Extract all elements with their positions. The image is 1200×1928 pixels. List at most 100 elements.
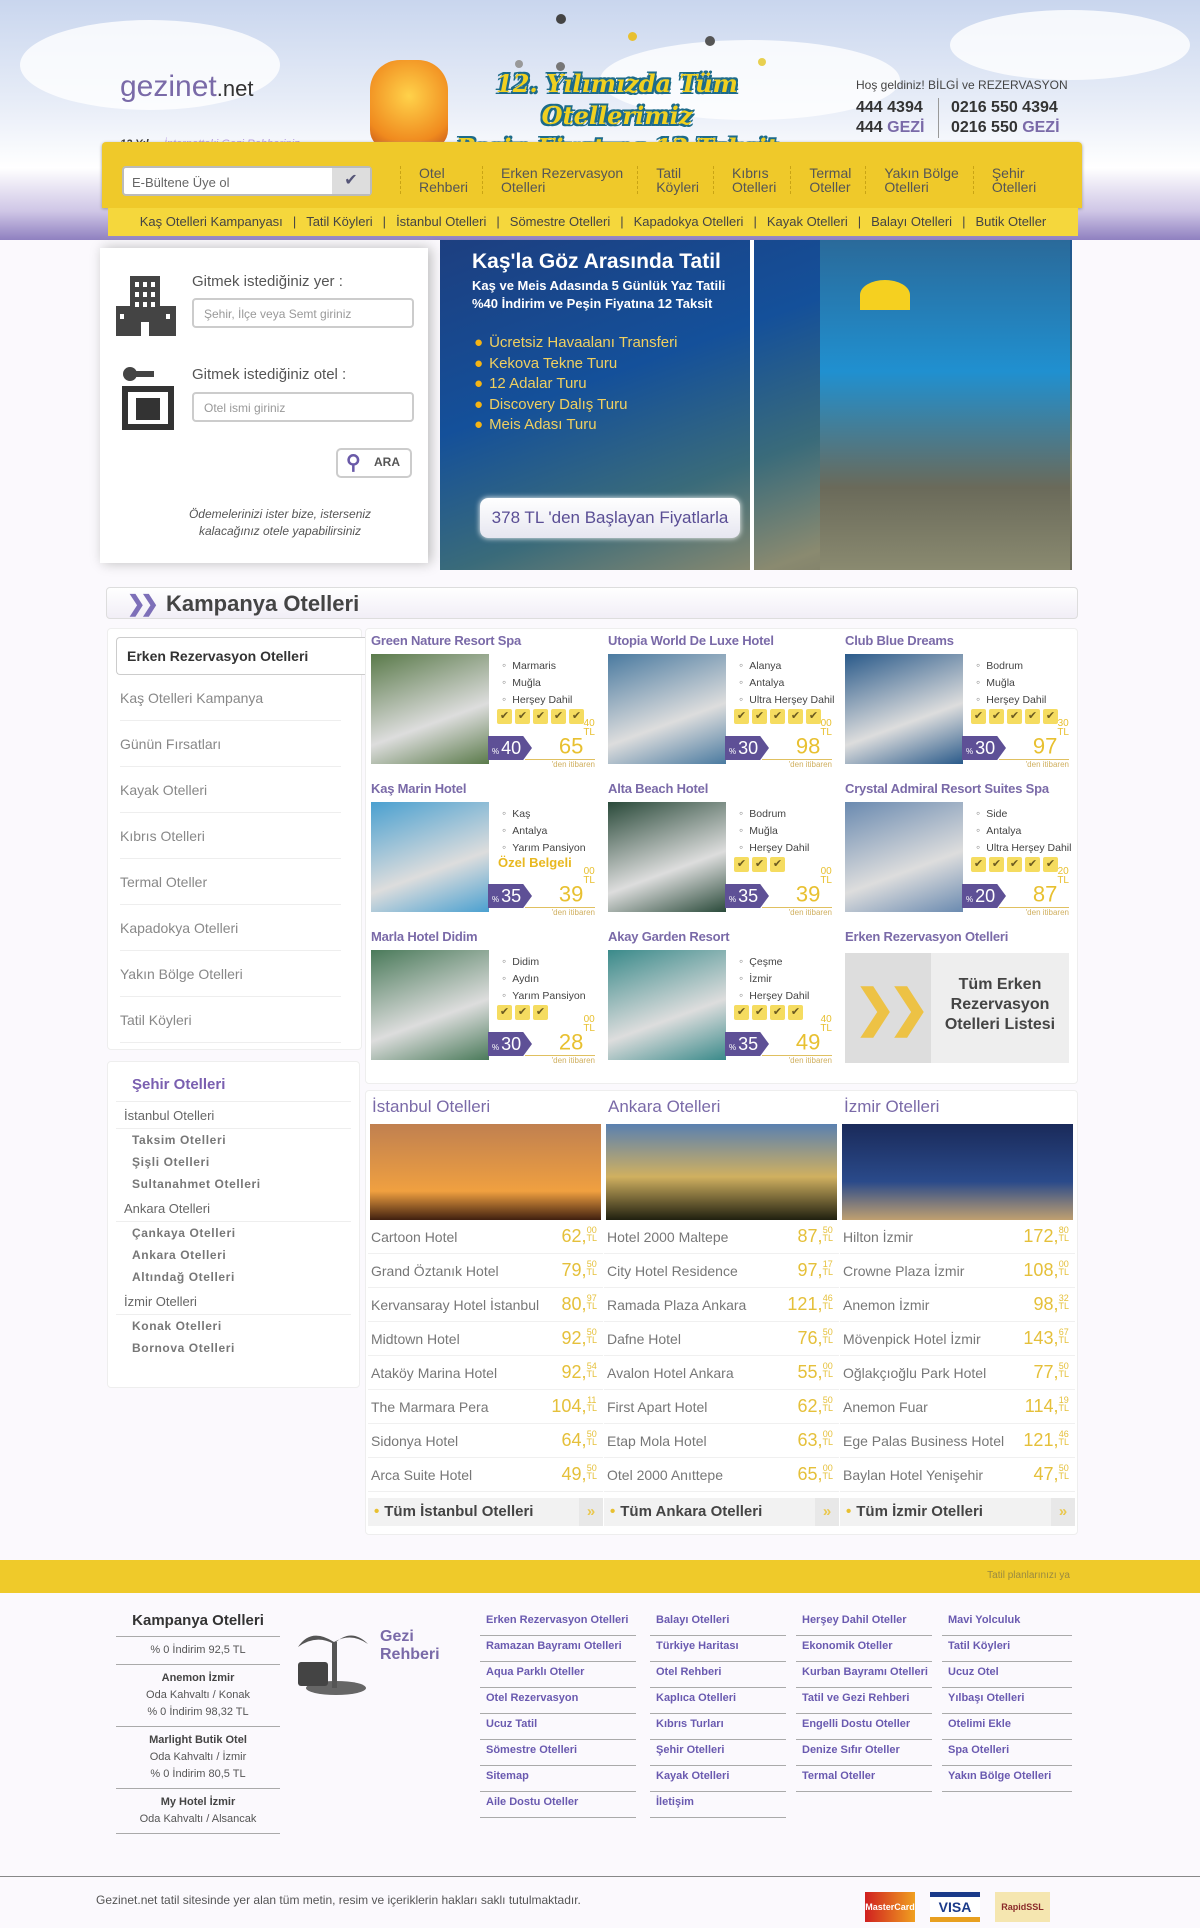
hotel-image[interactable] bbox=[608, 950, 726, 1060]
nav-item[interactable]: Şehir Otelleri bbox=[972, 166, 1050, 194]
hotel-name[interactable]: Kaş Marin Hotel bbox=[371, 781, 466, 796]
footer-link[interactable]: Ekonomik Oteller bbox=[796, 1636, 932, 1662]
hotel-name[interactable]: Green Nature Resort Spa bbox=[371, 633, 521, 648]
nav-item[interactable]: Yakın Bölge Otelleri bbox=[865, 166, 972, 194]
hotel-name[interactable]: Otel 2000 Anıttepe bbox=[607, 1467, 723, 1483]
footer-link[interactable]: Mavi Yolculuk bbox=[942, 1610, 1072, 1636]
city-group-link[interactable]: İstanbul Otelleri bbox=[116, 1102, 351, 1129]
footer-campaign-entry[interactable]: Marlight Butik Otel Oda Kahvaltı / İzmir%… bbox=[116, 1727, 280, 1789]
all-early-card[interactable]: Erken Rezervasyon Otelleri ❯❯ Tüm Erken Re… bbox=[840, 925, 1077, 1073]
district-link[interactable]: Çankaya Otelleri bbox=[108, 1222, 359, 1244]
subnav-link[interactable]: Sömestre Otelleri bbox=[505, 214, 615, 229]
footer-campaign-entry[interactable]: % 0 İndirim 92,5 TL bbox=[116, 1637, 280, 1665]
footer-link[interactable]: Ramazan Bayramı Otelleri bbox=[480, 1636, 636, 1662]
city-image[interactable] bbox=[370, 1124, 601, 1220]
city-hotel-row[interactable]: City Hotel Residence 97,17 TL bbox=[604, 1254, 839, 1288]
district-link[interactable]: Şişli Otelleri bbox=[108, 1151, 359, 1173]
footer-link[interactable]: Türkiye Haritası bbox=[650, 1636, 786, 1662]
city-hotel-row[interactable]: Ramada Plaza Ankara 121,46 TL bbox=[604, 1288, 839, 1322]
hotel-image[interactable] bbox=[845, 802, 963, 912]
footer-link[interactable]: Sitemap bbox=[480, 1766, 636, 1792]
city-hotel-row[interactable]: Mövenpick Hotel İzmir 143,67 TL bbox=[840, 1322, 1075, 1356]
hotel-card[interactable]: Alta Beach Hotel BodrumMuğlaHerşey Dahil✔… bbox=[603, 777, 840, 925]
footer-link[interactable]: Otel Rezervasyon bbox=[480, 1688, 636, 1714]
hotel-card[interactable]: Crystal Admiral Resort Suites Spa SideAnt… bbox=[840, 777, 1077, 925]
footer-link[interactable]: Yılbaşı Otelleri bbox=[942, 1688, 1072, 1714]
footer-link[interactable]: Engelli Dostu Oteller bbox=[796, 1714, 932, 1740]
footer-link[interactable]: Denize Sıfır Oteller bbox=[796, 1740, 932, 1766]
footer-link[interactable]: Kıbrıs Turları bbox=[650, 1714, 786, 1740]
city-hotel-row[interactable]: Crowne Plaza İzmir 108,00 TL bbox=[840, 1254, 1075, 1288]
hotel-name[interactable]: Utopia World De Luxe Hotel bbox=[608, 633, 774, 648]
subnav-link[interactable]: Butik Oteller bbox=[970, 214, 1051, 229]
hotel-name[interactable]: Avalon Hotel Ankara bbox=[607, 1365, 734, 1381]
footer-campaign-entry[interactable]: My Hotel İzmir Oda Kahvaltı / Alsancak bbox=[116, 1789, 280, 1834]
hotel-name[interactable]: Ege Palas Business Hotel bbox=[843, 1433, 1004, 1449]
footer-link[interactable]: Aile Dostu Oteller bbox=[480, 1792, 636, 1818]
hotel-name[interactable]: Kervansaray Hotel İstanbul bbox=[371, 1297, 539, 1313]
city-hotel-row[interactable]: Dafne Hotel 76,50 TL bbox=[604, 1322, 839, 1356]
footer-link[interactable]: Ucuz Otel bbox=[942, 1662, 1072, 1688]
sidebar-item[interactable]: Termal Oteller bbox=[120, 859, 341, 905]
hotel-name[interactable]: Anemon İzmir bbox=[843, 1297, 929, 1313]
footer-link[interactable]: Spa Otelleri bbox=[942, 1740, 1072, 1766]
hotel-card[interactable]: Kaş Marin Hotel KaşAntalyaYarım PansiyonÖ… bbox=[366, 777, 603, 925]
footer-link[interactable]: Kayak Otelleri bbox=[650, 1766, 786, 1792]
city-hotel-row[interactable]: The Marmara Pera 104,11 TL bbox=[368, 1390, 603, 1424]
hotel-image[interactable] bbox=[608, 654, 726, 764]
subnav-link[interactable]: Tatil Köyleri bbox=[301, 214, 377, 229]
nav-item[interactable]: Otel Rehberi bbox=[400, 166, 482, 194]
footer-link[interactable]: İletişim bbox=[650, 1792, 786, 1818]
subnav-link[interactable]: Kapadokya Otelleri bbox=[629, 214, 749, 229]
city-hotel-row[interactable]: Otel 2000 Anıttepe 65,00 TL bbox=[604, 1458, 839, 1492]
footer-link[interactable]: Yakın Bölge Otelleri bbox=[942, 1766, 1072, 1792]
district-link[interactable]: Ankara Otelleri bbox=[108, 1244, 359, 1266]
hotel-card[interactable]: Akay Garden Resort ÇeşmeİzmirHerşey Dahil… bbox=[603, 925, 840, 1073]
destination-input[interactable]: Şehir, İlçe veya Semt giriniz bbox=[192, 298, 414, 328]
footer-link[interactable]: Tatil ve Gezi Rehberi bbox=[796, 1688, 932, 1714]
hotel-image[interactable] bbox=[608, 802, 726, 912]
hotel-card[interactable]: Marla Hotel Didim DidimAydınYarım Pansiyo… bbox=[366, 925, 603, 1073]
city-image[interactable] bbox=[842, 1124, 1073, 1220]
city-hotel-row[interactable]: Anemon İzmir 98,32 TL bbox=[840, 1288, 1075, 1322]
district-link[interactable]: Taksim Otelleri bbox=[108, 1129, 359, 1151]
footer-link[interactable]: Kurban Bayramı Otelleri bbox=[796, 1662, 932, 1688]
hotel-name[interactable]: First Apart Hotel bbox=[607, 1399, 707, 1415]
footer-link[interactable]: Otel Rehberi bbox=[650, 1662, 786, 1688]
city-hotel-row[interactable]: Arca Suite Hotel 49,50 TL bbox=[368, 1458, 603, 1492]
hotel-name[interactable]: Ramada Plaza Ankara bbox=[607, 1297, 746, 1313]
city-title[interactable]: Ankara Otelleri bbox=[604, 1091, 839, 1124]
subnav-link[interactable]: Balayı Otelleri bbox=[866, 214, 957, 229]
hotel-name[interactable]: Hilton İzmir bbox=[843, 1229, 913, 1245]
city-hotel-row[interactable]: Grand Öztanık Hotel 79,50 TL bbox=[368, 1254, 603, 1288]
hotel-image[interactable] bbox=[371, 802, 489, 912]
hotel-name[interactable]: Crowne Plaza İzmir bbox=[843, 1263, 964, 1279]
footer-link[interactable]: Aqua Parklı Oteller bbox=[480, 1662, 636, 1688]
all-early-link[interactable]: ❯❯ Tüm Erken Rezervasyon Otelleri Listesi bbox=[845, 953, 1069, 1063]
district-link[interactable]: Konak Otelleri bbox=[108, 1315, 359, 1337]
hotel-image[interactable] bbox=[371, 950, 489, 1060]
hotel-name[interactable]: Oğlakçıoğlu Park Hotel bbox=[843, 1365, 986, 1381]
city-title[interactable]: İstanbul Otelleri bbox=[368, 1091, 603, 1124]
hotel-name[interactable]: Mövenpick Hotel İzmir bbox=[843, 1331, 981, 1347]
banner-price-button[interactable]: 378 TL 'den Başlayan Fiyatlarla bbox=[480, 498, 740, 538]
all-city-link[interactable]: Tüm İzmir Otelleri » bbox=[840, 1498, 1075, 1526]
hotel-name[interactable]: Cartoon Hotel bbox=[371, 1229, 457, 1245]
sidebar-item[interactable]: Yakın Bölge Otelleri bbox=[120, 951, 341, 997]
hotel-name[interactable]: Sidonya Hotel bbox=[371, 1433, 458, 1449]
city-group-link[interactable]: İzmir Otelleri bbox=[116, 1288, 351, 1315]
hotel-card[interactable]: Utopia World De Luxe Hotel AlanyaAntalyaU… bbox=[603, 629, 840, 777]
nav-item[interactable]: Kıbrıs Otelleri bbox=[713, 166, 790, 194]
city-hotel-row[interactable]: Sidonya Hotel 64,50 TL bbox=[368, 1424, 603, 1458]
subnav-link[interactable]: Kayak Otelleri bbox=[762, 214, 853, 229]
footer-campaign-entry[interactable]: Anemon İzmir Oda Kahvaltı / Konak % 0 İndi… bbox=[116, 1665, 280, 1727]
hotel-name[interactable]: Crystal Admiral Resort Suites Spa bbox=[845, 781, 1049, 796]
search-button[interactable]: ⚲ ARA bbox=[336, 448, 412, 478]
newsletter-input[interactable]: E-Bültene Üye ol ✔ bbox=[122, 166, 372, 196]
hotel-name[interactable]: Anemon Fuar bbox=[843, 1399, 928, 1415]
gezi-rehberi-link[interactable]: Gezi Rehberi bbox=[380, 1628, 440, 1664]
checkmark-icon[interactable]: ✔ bbox=[332, 168, 370, 194]
footer-link[interactable]: Tatil Köyleri bbox=[942, 1636, 1072, 1662]
subnav-link[interactable]: İstanbul Otelleri bbox=[391, 214, 491, 229]
hotel-name[interactable]: Alta Beach Hotel bbox=[608, 781, 708, 796]
